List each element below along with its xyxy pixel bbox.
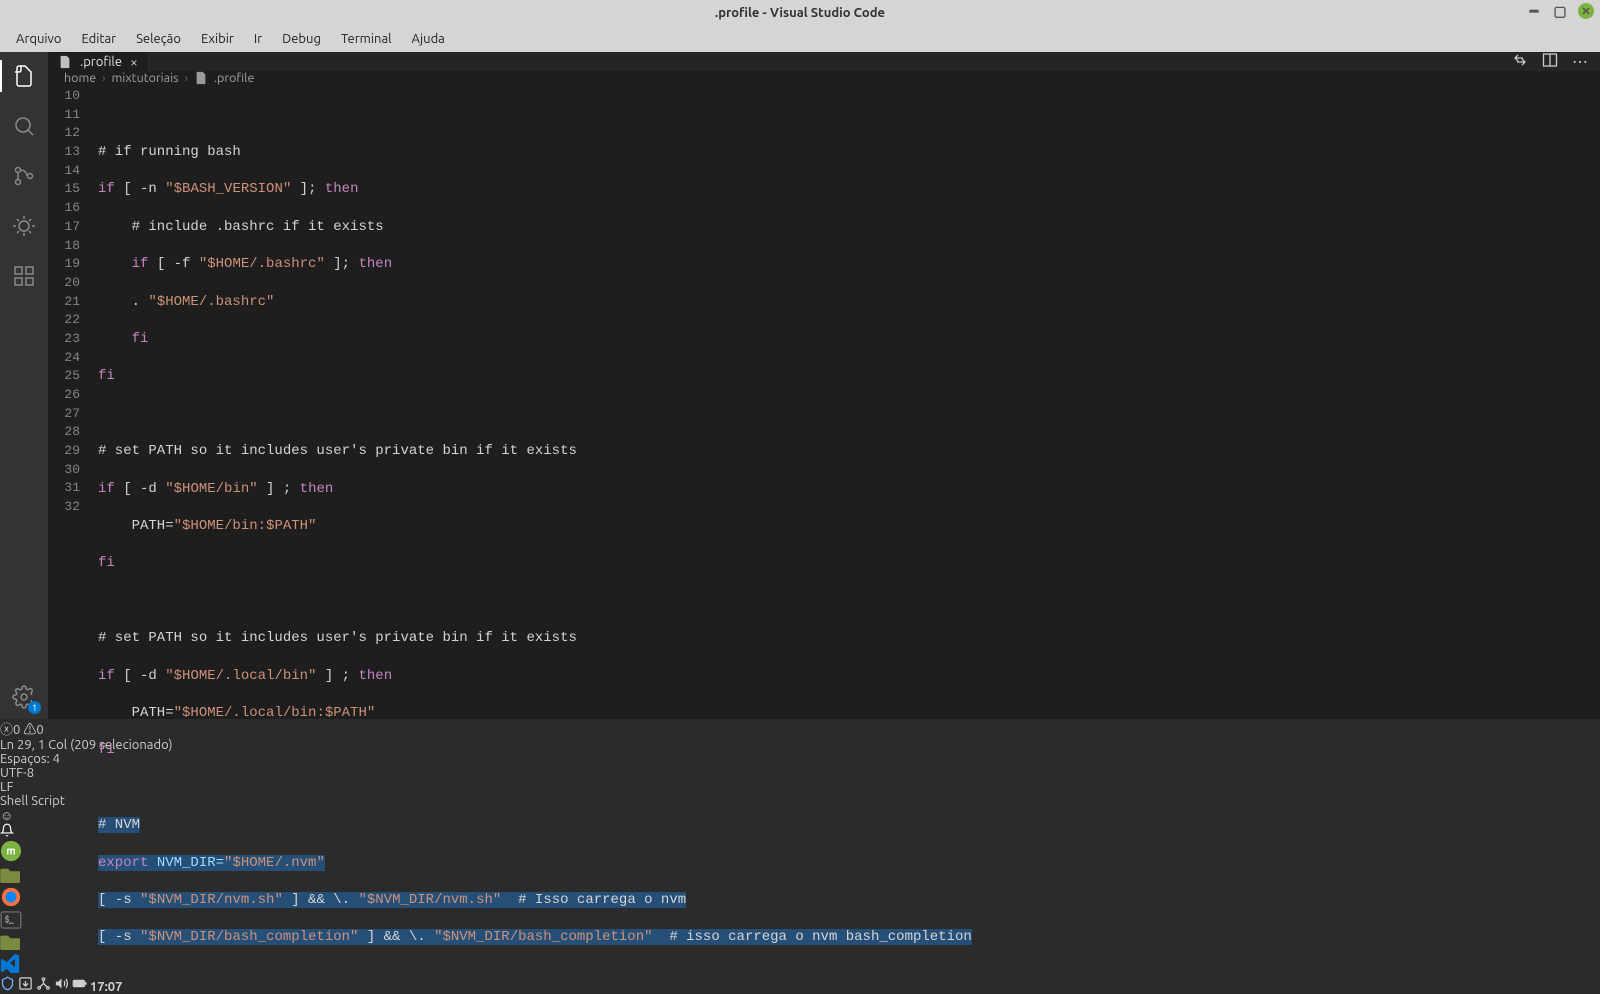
search-icon[interactable]: [10, 112, 38, 140]
warning-icon: ⚠: [23, 723, 36, 737]
settings-gear-icon[interactable]: 1: [10, 683, 38, 711]
menu-view[interactable]: Exibir: [193, 30, 242, 48]
menu-file[interactable]: Arquivo: [8, 30, 69, 48]
minimize-button[interactable]: ━: [1526, 3, 1542, 19]
code-editor[interactable]: 10111213 14151617 18192021 22232425 2627…: [48, 85, 1600, 984]
menu-debug[interactable]: Debug: [274, 30, 329, 48]
error-icon: ⓧ: [0, 723, 13, 737]
extensions-icon[interactable]: [10, 262, 38, 290]
menu-help[interactable]: Ajuda: [404, 30, 453, 48]
settings-badge: 1: [28, 701, 41, 714]
tab-close-icon[interactable]: ×: [130, 54, 138, 70]
menu-edit[interactable]: Editar: [73, 30, 124, 48]
menu-selection[interactable]: Seleção: [128, 30, 189, 48]
shield-icon[interactable]: [0, 980, 18, 994]
file-icon: [58, 55, 72, 69]
explorer-icon[interactable]: [10, 62, 38, 90]
window-titlebar: .profile - Visual Studio Code ━ ▢ ✕: [0, 0, 1600, 26]
source-control-icon[interactable]: [10, 162, 38, 190]
line-number-gutter: 10111213 14151617 18192021 22232425 2627…: [48, 85, 98, 984]
compare-changes-icon[interactable]: [1512, 52, 1528, 71]
breadcrumb-seg[interactable]: home: [64, 71, 96, 85]
svg-text:m: m: [6, 846, 15, 858]
window-title: .profile - Visual Studio Code: [715, 6, 885, 20]
breadcrumb[interactable]: home › mixtutoriais › .profile: [48, 71, 1600, 85]
file-icon: [194, 71, 208, 85]
tab-profile[interactable]: .profile ×: [48, 52, 149, 71]
breadcrumb-seg[interactable]: mixtutoriais: [112, 71, 179, 85]
close-button[interactable]: ✕: [1578, 3, 1594, 19]
svg-text:$_: $_: [5, 914, 14, 924]
menu-terminal[interactable]: Terminal: [333, 30, 400, 48]
menu-go[interactable]: Ir: [246, 30, 270, 48]
debug-icon[interactable]: [10, 212, 38, 240]
chevron-right-icon: ›: [102, 72, 105, 85]
chevron-right-icon: ›: [185, 72, 188, 85]
activity-bar: 1: [0, 52, 48, 719]
editor-tabs: .profile × ⋯: [48, 52, 1600, 71]
more-actions-icon[interactable]: ⋯: [1572, 52, 1588, 71]
split-editor-icon[interactable]: [1542, 52, 1558, 71]
updates-icon[interactable]: [18, 980, 36, 994]
tab-label: .profile: [80, 55, 122, 69]
maximize-button[interactable]: ▢: [1552, 3, 1568, 19]
breadcrumb-seg[interactable]: .profile: [214, 71, 254, 85]
code-content[interactable]: # if running bash if [ -n "$BASH_VERSION…: [98, 85, 1600, 984]
menubar: Arquivo Editar Seleção Exibir Ir Debug T…: [0, 26, 1600, 52]
